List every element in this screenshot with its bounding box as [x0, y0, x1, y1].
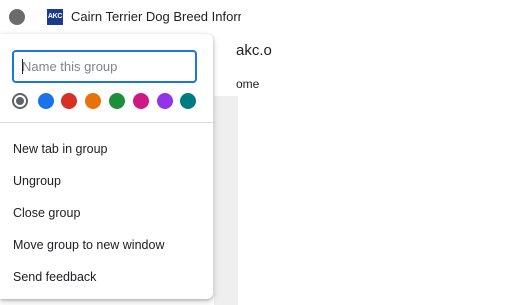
tab[interactable]: AKC Cairn Terrier Dog Breed Information	[36, 0, 246, 36]
group-name-input[interactable]	[12, 50, 197, 83]
send-feedback-item[interactable]: Send feedback	[0, 262, 213, 292]
tab-strip: AKC Cairn Terrier Dog Breed Information	[0, 0, 506, 36]
bookmark-item[interactable]: ome	[236, 77, 259, 91]
omnibox-url[interactable]: akc.o	[236, 42, 272, 59]
color-swatch-yellow[interactable]	[85, 93, 101, 109]
page-content	[214, 96, 238, 305]
color-swatch-blue[interactable]	[38, 93, 54, 109]
move-group-to-new-window-item[interactable]: Move group to new window	[0, 230, 213, 260]
text-caret	[22, 59, 23, 74]
color-swatch-pink[interactable]	[133, 93, 149, 109]
color-swatch-purple[interactable]	[157, 93, 173, 109]
divider	[0, 122, 213, 123]
color-swatch-red[interactable]	[61, 93, 77, 109]
color-swatch-cyan[interactable]	[180, 93, 196, 109]
tab-title: Cairn Terrier Dog Breed Information	[71, 9, 241, 24]
akc-favicon-icon: AKC	[47, 9, 63, 25]
color-swatch-green[interactable]	[109, 93, 125, 109]
tab-group-chip[interactable]	[9, 9, 25, 25]
color-swatch-grey[interactable]	[12, 93, 28, 109]
new-tab-in-group-item[interactable]: New tab in group	[0, 134, 213, 164]
tab-group-editor-popup: New tab in group Ungroup Close group Mov…	[0, 34, 213, 299]
close-group-item[interactable]: Close group	[0, 198, 213, 228]
color-picker	[12, 93, 202, 111]
ungroup-item[interactable]: Ungroup	[0, 166, 213, 196]
